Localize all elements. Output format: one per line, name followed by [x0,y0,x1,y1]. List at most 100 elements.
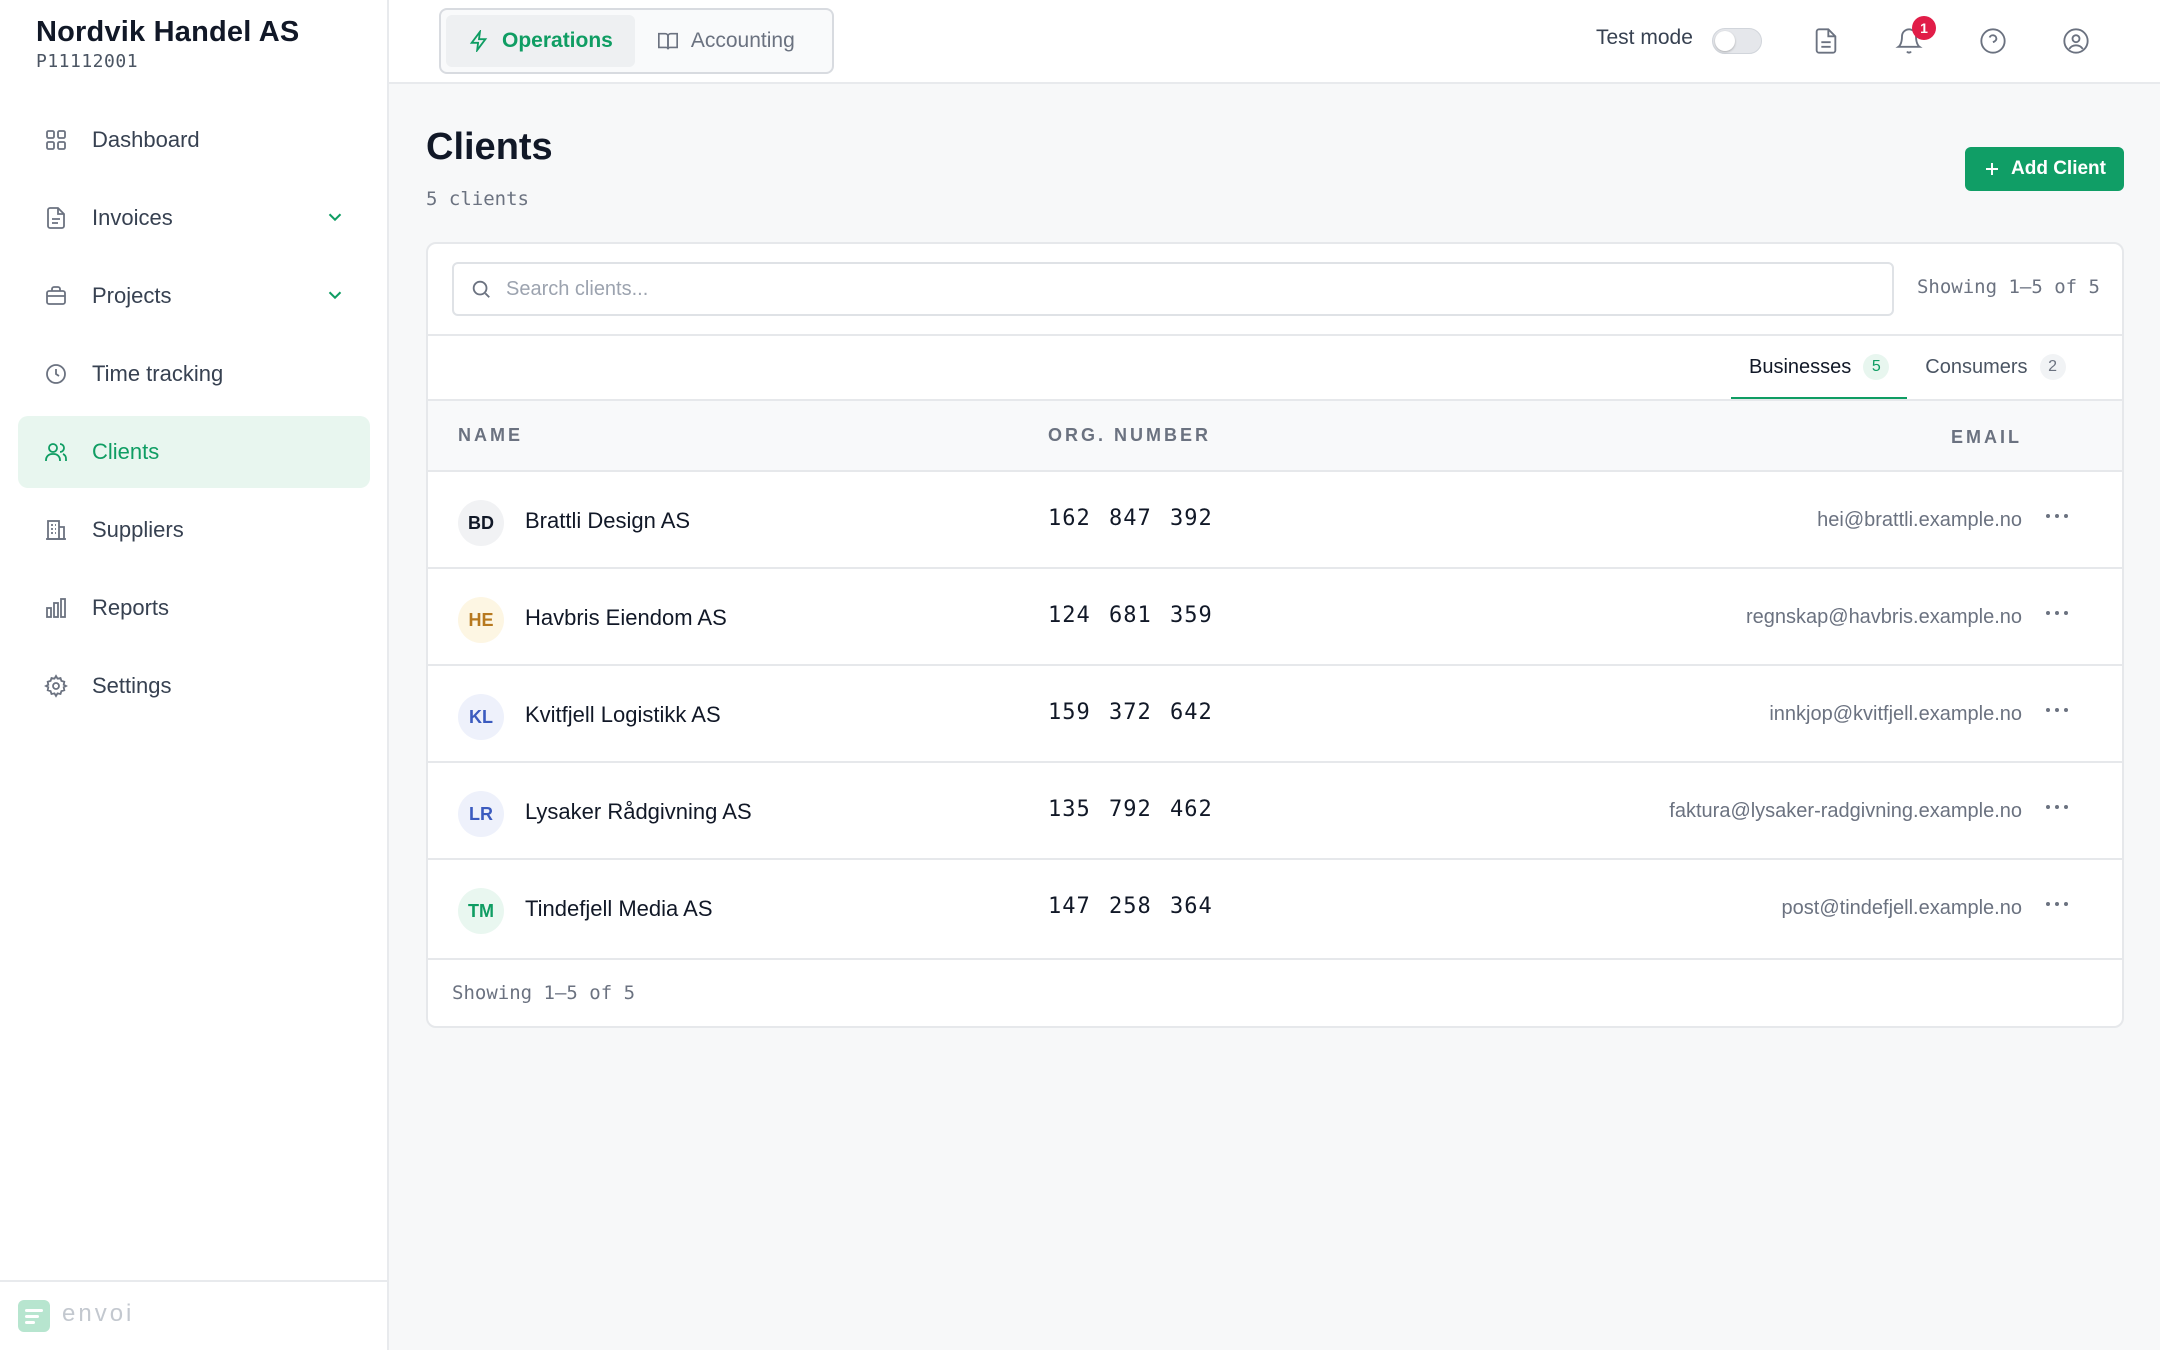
file-icon [44,206,68,230]
table-row[interactable]: LR Lysaker Rådgivning AS 135 792 462 fak… [428,761,2122,857]
sidebar-item-label: Dashboard [92,127,200,152]
sidebar-item-invoices[interactable]: Invoices [18,182,370,254]
search-box[interactable] [452,262,1894,316]
tab-businesses[interactable]: Businesses 5 [1731,334,1908,400]
toggle-knob [1715,31,1735,51]
briefcase-icon [44,284,68,308]
avatar: BD [458,500,504,546]
dashboard-grid-icon [44,128,68,152]
help-icon[interactable] [1976,24,2010,58]
sidebar-item-label: Clients [92,439,160,464]
client-name[interactable]: Lysaker Rådgivning AS [525,799,752,825]
sidebar-nav: Dashboard Invoices Projects Time trackin… [18,104,370,728]
sidebar-item-label: Projects [92,283,172,308]
tab-count-badge: 2 [2039,354,2066,380]
client-name[interactable]: Kvitfjell Logistikk AS [525,702,721,728]
building-icon [44,518,68,542]
lightning-icon [469,30,488,52]
more-actions-icon[interactable] [2046,900,2070,908]
chevron-down-icon[interactable] [324,284,346,306]
sidebar-item-settings[interactable]: Settings [18,650,370,722]
table-row[interactable]: TM Tindefjell Media AS 147 258 364 post@… [428,858,2122,954]
client-email: faktura@lysaker-radgivning.example.no [1669,800,2022,822]
users-icon [44,440,68,464]
company-header: Nordvik Handel AS P11112001 [36,16,299,72]
pagination-summary-top: Showing 1–5 of 5 [1916,276,2100,298]
avatar: KL [458,694,504,740]
brand-logo-icon [18,1300,50,1332]
add-client-label: Add Client [2011,158,2106,179]
column-header-name: NAME [458,425,523,445]
org-number: 159 372 642 [1048,700,1213,725]
mode-label: Operations [502,29,613,52]
sidebar-item-time-tracking[interactable]: Time tracking [18,338,370,410]
client-type-tabs: Businesses 5 Consumers 2 [1731,334,2084,400]
more-actions-icon[interactable] [2046,803,2070,811]
page-title: Clients [426,126,553,168]
table-header: NAME ORG. NUMBER EMAIL [428,401,2122,470]
org-number: 147 258 364 [1048,894,1213,919]
client-name[interactable]: Havbris Eiendom AS [525,605,727,631]
company-name: Nordvik Handel AS [36,16,300,48]
sidebar-item-dashboard[interactable]: Dashboard [18,104,370,176]
clock-icon [44,362,68,386]
document-icon[interactable] [1809,24,1843,58]
sidebar-item-label: Suppliers [92,517,184,542]
org-number: 162 847 392 [1048,506,1213,531]
client-email: post@tindefjell.example.no [1781,897,2022,919]
sidebar-item-label: Settings [92,673,172,698]
client-count: 5 clients [426,188,529,210]
more-actions-icon[interactable] [2046,706,2070,714]
column-header-email: EMAIL [1951,427,2022,447]
table-footer: Showing 1–5 of 5 [428,958,2122,1026]
top-bar: Operations Accounting Test mode 1 [389,0,2160,84]
column-header-org-number: ORG. NUMBER [1048,425,1211,445]
gear-icon [44,674,68,698]
tab-label: Consumers [1925,355,2028,378]
clients-card: Showing 1–5 of 5 Businesses 5 Consumers … [426,242,2124,1028]
avatar: HE [458,597,504,643]
more-actions-icon[interactable] [2046,609,2070,617]
test-mode-label: Test mode [1596,26,1693,49]
tab-label: Businesses [1749,355,1852,378]
sidebar-item-suppliers[interactable]: Suppliers [18,494,370,566]
book-icon [657,32,678,50]
client-name[interactable]: Tindefjell Media AS [525,896,713,922]
add-client-button[interactable]: Add Client [1965,147,2124,191]
tab-count-badge: 5 [1863,354,1890,380]
pagination-summary-bottom: Showing 1–5 of 5 [452,982,636,1004]
mode-operations-button[interactable]: Operations [446,15,635,67]
table-row[interactable]: HE Havbris Eiendom AS 124 681 359 regnsk… [428,567,2122,663]
sidebar-item-label: Reports [92,595,170,620]
avatar: LR [458,791,504,837]
org-number: 124 681 359 [1048,603,1213,628]
sidebar: Nordvik Handel AS P11112001 Dashboard In… [0,0,389,1350]
org-number: 135 792 462 [1048,797,1213,822]
mode-label: Accounting [690,29,795,52]
client-email: hei@brattli.example.no [1817,509,2022,531]
client-name[interactable]: Brattli Design AS [525,508,690,534]
chevron-down-icon[interactable] [324,206,346,228]
mode-accounting-button[interactable]: Accounting [635,15,817,67]
company-id: P11112001 [36,51,139,72]
test-mode-toggle[interactable] [1712,28,1762,54]
client-email: regnskap@havbris.example.no [1745,606,2022,628]
sidebar-footer: envoi [0,1280,387,1350]
sidebar-item-reports[interactable]: Reports [18,572,370,644]
user-profile-icon[interactable] [2059,24,2093,58]
sidebar-item-label: Time tracking [92,361,224,386]
table-row[interactable]: BD Brattli Design AS 162 847 392 hei@bra… [428,470,2122,566]
notification-badge: 1 [1912,16,1936,40]
table-row[interactable]: KL Kvitfjell Logistikk AS 159 372 642 in… [428,664,2122,760]
sidebar-item-projects[interactable]: Projects [18,260,370,332]
avatar: TM [458,888,504,934]
sidebar-item-clients[interactable]: Clients [18,416,370,488]
tab-consumers[interactable]: Consumers 2 [1907,334,2083,400]
brand-name: envoi [62,1300,135,1327]
bell-icon[interactable]: 1 [1892,16,1936,58]
search-input[interactable] [506,277,1866,301]
mode-switch: Operations Accounting [439,8,834,74]
more-actions-icon[interactable] [2046,512,2070,520]
plus-icon [1986,163,1998,175]
search-icon [472,280,490,298]
